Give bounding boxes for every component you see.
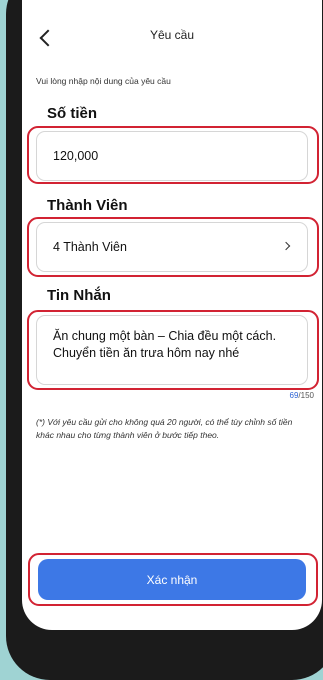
- page-title: Yêu cầu: [149, 28, 195, 42]
- instruction-text: Vui lòng nhập nội dung của yêu cầu: [36, 76, 171, 86]
- amount-value: 120,000: [53, 149, 99, 163]
- amount-input[interactable]: 120,000: [36, 131, 308, 181]
- header-bar: Yêu cầu: [22, 26, 322, 50]
- message-label: Tin Nhắn: [47, 287, 111, 304]
- note-text: (*) Với yêu cầu gửi cho không quá 20 ngư…: [36, 417, 293, 440]
- members-selector[interactable]: 4 Thành Viên: [36, 222, 308, 272]
- message-textarea[interactable]: Ăn chung một bàn – Chia đều một cách. Ch…: [36, 315, 308, 385]
- amount-label: Số tiền: [47, 105, 98, 122]
- character-counter: 69/150: [290, 391, 314, 400]
- members-value: 4 Thành Viên: [53, 240, 127, 254]
- chevron-right-icon: [281, 241, 291, 251]
- app-screen: Yêu cầu Vui lòng nhập nội dung của yêu c…: [22, 0, 322, 630]
- members-label: Thành Viên: [47, 197, 128, 214]
- phone-frame: Yêu cầu Vui lòng nhập nội dung của yêu c…: [6, 0, 323, 680]
- message-value: Ăn chung một bàn – Chia đều một cách. Ch…: [53, 329, 277, 360]
- confirm-button[interactable]: Xác nhận: [38, 559, 306, 600]
- character-max: /150: [298, 391, 314, 400]
